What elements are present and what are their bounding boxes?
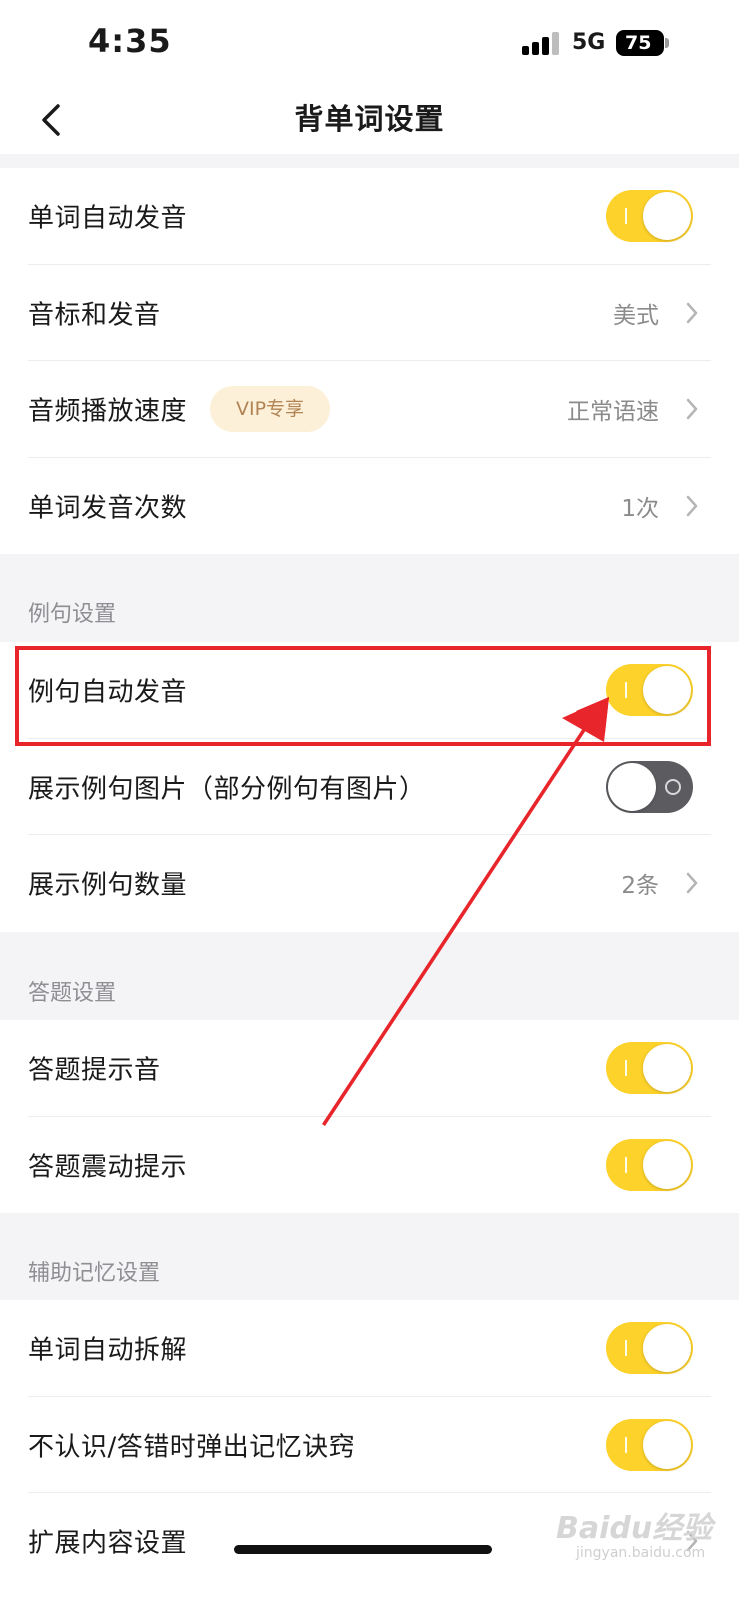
- chevron-right-icon: [686, 873, 698, 894]
- battery-icon: 75: [616, 30, 664, 56]
- row-label: 答题提示音: [28, 1055, 161, 1086]
- row-label: 不认识/答错时弹出记忆诀窍: [28, 1432, 356, 1463]
- row-label: 音标和发音: [28, 300, 161, 331]
- row-label: 单词自动拆解: [28, 1335, 188, 1366]
- home-indicator[interactable]: [234, 1545, 492, 1554]
- row-label: 扩展内容设置: [28, 1528, 188, 1559]
- row-value: 正常语速: [567, 399, 659, 426]
- row-word-auto-pronounce: 单词自动发音: [0, 168, 739, 265]
- row-label: 单词自动发音: [28, 203, 188, 234]
- battery-cap: [665, 38, 669, 48]
- network-type: 5G: [572, 30, 606, 55]
- watermark-sub: jingyan.baidu.com: [576, 1545, 706, 1561]
- auto-split-toggle[interactable]: [606, 1322, 693, 1375]
- watermark-main: Baidu经验: [556, 1511, 713, 1546]
- answer-settings-group: 答题提示音 答题震动提示: [0, 1020, 739, 1213]
- row-phonetic[interactable]: 音标和发音 美式: [0, 265, 739, 361]
- nav-bar: 背单词设置: [0, 88, 739, 154]
- row-value: 2条: [621, 873, 659, 900]
- status-time: 4:35: [88, 22, 172, 60]
- mnemonic-popup-toggle[interactable]: [606, 1418, 693, 1471]
- row-value: 1次: [621, 495, 659, 522]
- highlight-box: [15, 646, 711, 746]
- row-label: 展示例句图片（部分例句有图片）: [28, 774, 426, 805]
- row-show-example-images: 展示例句图片（部分例句有图片）: [0, 739, 739, 835]
- battery-level: 75: [625, 32, 652, 54]
- word-settings-group: 单词自动发音 音标和发音 美式 音频播放速度 VIP专享 正常语速 单词发音次数…: [0, 168, 739, 554]
- vip-badge: VIP专享: [210, 386, 330, 433]
- page-title: 背单词设置: [294, 102, 445, 136]
- row-pronounce-count[interactable]: 单词发音次数 1次: [0, 458, 739, 555]
- row-label: 答题震动提示: [28, 1152, 188, 1183]
- chevron-right-icon: [686, 495, 698, 516]
- status-bar: 4:35 5G 75: [0, 0, 739, 88]
- chevron-right-icon: [686, 399, 698, 420]
- section-header-answer: 答题设置: [28, 981, 117, 1006]
- answer-vibrate-toggle[interactable]: [606, 1138, 693, 1191]
- section-header-example: 例句设置: [28, 602, 117, 627]
- signal-icon: [522, 31, 562, 55]
- baidu-watermark: Baidu经验 jingyan.baidu.com: [556, 1503, 726, 1567]
- section-header-memory: 辅助记忆设置: [28, 1261, 161, 1286]
- row-label: 展示例句数量: [28, 870, 188, 901]
- word-auto-pronounce-toggle[interactable]: [606, 190, 693, 243]
- row-value: 美式: [613, 302, 659, 329]
- row-label: 单词发音次数: [28, 493, 188, 524]
- answer-sound-toggle[interactable]: [606, 1042, 693, 1095]
- row-example-count[interactable]: 展示例句数量 2条: [0, 835, 739, 932]
- row-audio-speed[interactable]: 音频播放速度 VIP专享 正常语速: [0, 361, 739, 458]
- show-example-images-toggle[interactable]: [606, 760, 693, 813]
- settings-page: 4:35 5G 75 背单词设置 单词自动发音 音标和发音 美式 音频播放速度 …: [0, 0, 739, 1600]
- row-auto-split: 单词自动拆解: [0, 1300, 739, 1397]
- row-mnemonic-popup: 不认识/答错时弹出记忆诀窍: [0, 1397, 739, 1493]
- row-answer-sound: 答题提示音: [0, 1020, 739, 1117]
- row-answer-vibrate: 答题震动提示: [0, 1117, 739, 1214]
- chevron-right-icon: [686, 302, 698, 323]
- row-label: 音频播放速度: [28, 396, 188, 427]
